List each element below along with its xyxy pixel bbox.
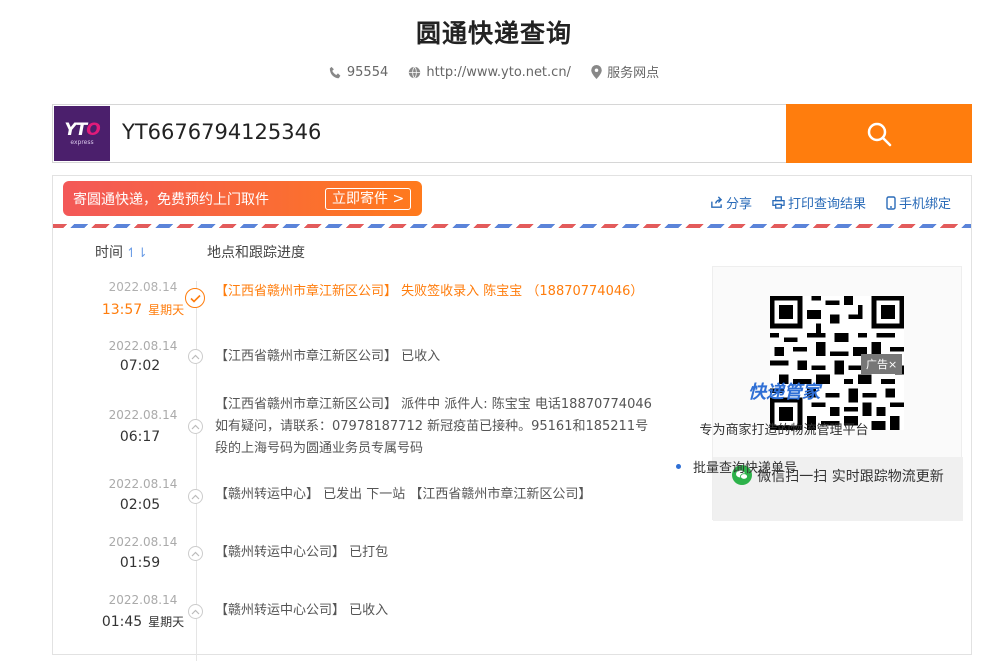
- outlets-label: 服务网点: [607, 66, 660, 81]
- search-button[interactable]: [786, 104, 972, 163]
- event-time: 06:17: [119, 429, 161, 445]
- phone-icon: [329, 66, 341, 78]
- promo-banner[interactable]: 寄圆通快递，免费预约上门取件 立即寄件 >: [63, 181, 422, 216]
- ad-subtitle: 专为商家打造的物流管理平台: [699, 423, 869, 438]
- chevron-up-circle-icon: [188, 546, 203, 561]
- print-button[interactable]: 打印查询结果: [772, 193, 866, 212]
- outlets-link[interactable]: 服务网点: [591, 62, 659, 81]
- print-label: 打印查询结果: [787, 197, 866, 212]
- time-header-label: 时间: [95, 245, 123, 261]
- carrier-info: 95554 http://www.yto.net.cn/ 服务网点: [0, 62, 988, 83]
- share-icon: [711, 196, 723, 208]
- event-time: 07:02: [119, 358, 161, 374]
- event-date: 2022.08.14: [108, 593, 178, 607]
- chevron-up-circle-icon: [188, 349, 203, 364]
- tracking-search-bar: YTO express: [52, 104, 972, 163]
- chevron-up-circle-icon: [188, 489, 203, 504]
- chevron-up-circle-icon: [188, 604, 203, 619]
- ship-now-button[interactable]: 立即寄件 >: [325, 188, 412, 210]
- tracking-number-input[interactable]: [120, 119, 724, 145]
- event-text: 【江西省赣州市章江新区公司】 派件中 派件人: 陈宝宝 电话1887077404…: [215, 397, 652, 456]
- yto-logo: YTO express: [54, 106, 110, 161]
- website-url: http://www.yto.net.cn/: [426, 64, 571, 80]
- ad-title[interactable]: 快递管家: [659, 378, 909, 404]
- event-text: 【赣州转运中心公司】 已收入: [215, 603, 389, 618]
- event-date: 2022.08.14: [108, 408, 178, 422]
- share-button[interactable]: 分享: [710, 193, 752, 212]
- globe-icon: [409, 66, 421, 78]
- ad-close-tag[interactable]: 广告×: [861, 354, 903, 374]
- location-column-header: 地点和跟踪进度: [207, 245, 305, 261]
- event-text: 【江西省赣州市章江新区公司】 已收入: [215, 349, 441, 364]
- mobile-phone-icon: [886, 195, 896, 210]
- time-column-header[interactable]: 时间 ↿⇂: [95, 242, 148, 262]
- website-link[interactable]: http://www.yto.net.cn/: [408, 65, 571, 80]
- event-text: 【赣州转运中心】 已发出 下一站 【江西省赣州市章江新区公司】: [215, 487, 592, 502]
- promo-text: 寄圆通快递，免费预约上门取件: [73, 191, 269, 208]
- event-date: 2022.08.14: [108, 535, 178, 549]
- bind-phone-label: 手机绑定: [898, 197, 951, 212]
- event-time: 01:45 星期天: [101, 614, 185, 630]
- event-date: 2022.08.14: [108, 339, 178, 353]
- event-date: 2022.08.14: [108, 280, 178, 294]
- search-icon: [867, 122, 892, 146]
- event-text: 【赣州转运中心公司】 已打包: [215, 545, 389, 560]
- check-circle-icon: [185, 288, 205, 308]
- logo-subtext: express: [70, 138, 94, 146]
- result-panel: 寄圆通快递，免费预约上门取件 立即寄件 > 分享 打印查询结果 手机绑定 时间 ↿…: [52, 175, 972, 661]
- event-time: 02:05: [119, 497, 161, 513]
- location-pin-icon: [591, 64, 602, 79]
- share-label: 分享: [725, 197, 752, 212]
- ad-bullet-item[interactable]: 批量查询快递单号: [676, 457, 797, 476]
- event-time: 13:57 星期天: [101, 302, 185, 318]
- phone-info[interactable]: 95554: [329, 65, 388, 80]
- printer-icon: [772, 196, 785, 209]
- phone-number: 95554: [346, 64, 389, 80]
- sort-icon[interactable]: ↿⇂: [126, 246, 148, 261]
- event-date: 2022.08.14: [108, 477, 178, 491]
- event-text: 【江西省赣州市章江新区公司】 失败签收录入 陈宝宝 （18870774046）: [215, 284, 644, 299]
- page-title: 圆通快递查询: [415, 19, 572, 48]
- event-time: 01:59: [119, 555, 161, 571]
- result-actions: 分享 打印查询结果 手机绑定: [710, 193, 951, 212]
- chevron-up-circle-icon: [188, 419, 203, 434]
- bind-phone-button[interactable]: 手机绑定: [886, 193, 951, 212]
- airmail-stripe-divider: [53, 224, 971, 228]
